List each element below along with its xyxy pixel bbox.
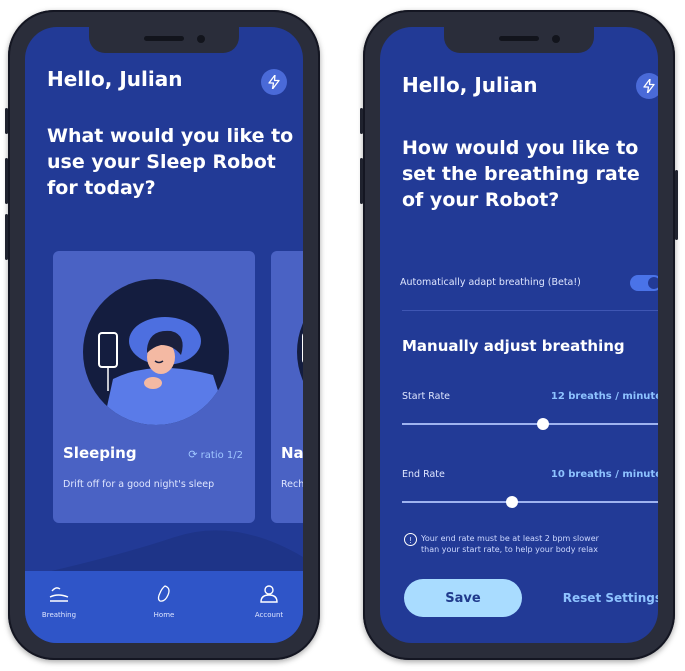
- phone-right: Hello, Julian How would you like to set …: [360, 10, 678, 660]
- end-rate-slider[interactable]: [402, 496, 658, 508]
- slider-thumb[interactable]: [506, 496, 519, 508]
- reset-settings-link[interactable]: Reset Settings: [563, 591, 658, 605]
- note-line-1: Your end rate must be at least 2 bpm slo…: [421, 534, 599, 543]
- screen-activity-select: Hello, Julian What would you like to use…: [25, 27, 303, 643]
- card-description: Rechar: [281, 479, 303, 490]
- greeting: Hello, Julian: [402, 73, 538, 97]
- info-icon: !: [404, 533, 417, 546]
- phone-volume-up: [5, 158, 8, 204]
- question-line-1: How would you like to: [402, 137, 639, 159]
- manual-adjust-title: Manually adjust breathing: [402, 337, 625, 355]
- bolt-icon: [643, 79, 655, 93]
- note-line-2: than your start rate, to help your body …: [421, 545, 598, 554]
- home-icon: [157, 585, 170, 602]
- question-line-2: use your Sleep Robot: [47, 151, 276, 173]
- card-description: Drift off for a good night's sleep: [63, 479, 215, 490]
- phone-mute-switch: [5, 108, 8, 134]
- tab-label: Breathing: [41, 611, 77, 619]
- account-icon: [260, 585, 278, 603]
- rate-note: ! Your end rate must be at least 2 bpm s…: [404, 533, 654, 555]
- breathing-icon: [49, 587, 69, 602]
- phone-power-button: [675, 170, 678, 240]
- question-line-2: set the breathing rate: [402, 163, 640, 185]
- question-line-1: What would you like to: [47, 125, 294, 147]
- end-rate-label: End Rate: [402, 469, 445, 480]
- auto-adapt-toggle[interactable]: [630, 275, 658, 291]
- start-rate-label: Start Rate: [402, 391, 451, 402]
- save-button[interactable]: Save: [404, 579, 522, 617]
- tab-bar: Breathing Home Account: [25, 571, 303, 643]
- end-rate-value: 10 breaths / minute: [550, 469, 658, 480]
- screen-breathing-settings: Hello, Julian How would you like to set …: [380, 27, 658, 643]
- start-rate-slider[interactable]: [402, 418, 658, 430]
- phone-left: Hello, Julian What would you like to use…: [5, 10, 320, 660]
- slider-track: [402, 423, 658, 425]
- activity-card-sleeping[interactable]: Sleeping ⟳ ratio 1/2 Drift off for a goo…: [53, 251, 255, 523]
- bolt-button[interactable]: [261, 69, 287, 95]
- bolt-icon: [268, 75, 280, 89]
- tab-breathing[interactable]: Breathing: [29, 585, 89, 619]
- slider-thumb[interactable]: [536, 418, 549, 430]
- tab-label: Home: [153, 611, 175, 619]
- card-ratio: ⟳ ratio 1/2: [188, 448, 243, 461]
- card-title: Napp: [281, 444, 303, 462]
- phone-mute-switch: [360, 108, 363, 134]
- auto-adapt-label: Automatically adapt breathing (Beta!): [400, 277, 581, 288]
- notch: [89, 27, 239, 53]
- phone-volume-down: [5, 214, 8, 260]
- tab-home[interactable]: Home: [134, 585, 194, 619]
- question-line-3: for today?: [47, 177, 156, 199]
- napping-illustration: [297, 279, 303, 425]
- greeting: Hello, Julian: [47, 67, 183, 91]
- tab-label: Account: [254, 611, 284, 619]
- ratio-icon: ⟳: [188, 448, 198, 461]
- card-title: Sleeping: [63, 444, 137, 462]
- question-line-3: of your Robot?: [402, 189, 560, 211]
- slider-track: [402, 501, 658, 503]
- toggle-knob: [648, 277, 658, 289]
- tab-account[interactable]: Account: [239, 585, 299, 619]
- bolt-button[interactable]: [636, 73, 658, 99]
- activity-card-napping[interactable]: Napp Rechar: [271, 251, 303, 523]
- start-rate-value: 12 breaths / minute: [550, 391, 658, 402]
- notch: [444, 27, 594, 53]
- sleeping-illustration: [83, 279, 229, 425]
- section-divider: [402, 310, 658, 311]
- card-ratio-text: ratio 1/2: [200, 450, 243, 461]
- phone-volume-up: [360, 158, 363, 204]
